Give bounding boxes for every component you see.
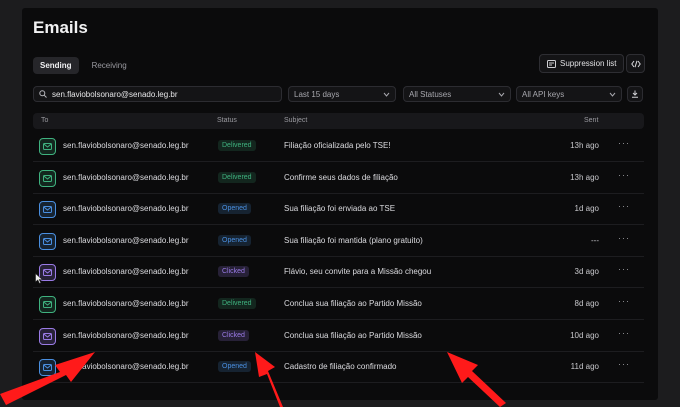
envelope-icon <box>39 201 56 219</box>
email-subject: Filiação oficializada pelo TSE! <box>284 141 391 150</box>
envelope-icon <box>39 169 56 187</box>
table-row[interactable]: sen.flaviobolsonaro@senado.leg.br Opened C… <box>33 351 644 384</box>
envelope-icon <box>39 327 56 345</box>
status-badge: Delivered <box>218 298 256 309</box>
sent-time: 13h ago <box>570 172 599 182</box>
more-options-icon[interactable]: ··· <box>618 296 630 306</box>
more-options-icon[interactable]: ··· <box>618 138 630 148</box>
page-title: Emails <box>33 18 88 37</box>
status-badge: Delivered <box>218 140 256 151</box>
more-options-icon[interactable]: ··· <box>618 170 630 180</box>
search-input[interactable] <box>52 89 272 99</box>
status-select[interactable]: All Statuses <box>403 86 511 102</box>
email-subject: Flávio, seu convite para a Missão chegou <box>284 267 432 277</box>
more-options-icon[interactable]: ··· <box>618 233 630 243</box>
more-options-icon[interactable]: ··· <box>618 359 630 369</box>
table-row[interactable]: sen.flaviobolsonaro@senado.leg.br Deliver… <box>33 162 644 194</box>
more-options-icon[interactable]: ··· <box>618 264 630 274</box>
tab-sending[interactable]: Sending <box>33 57 79 74</box>
status-badge: Opened <box>218 361 251 373</box>
status-value: All Statuses <box>409 89 452 99</box>
table-row[interactable]: sen.flaviobolsonaro@senado.leg.br Opened S… <box>33 193 644 226</box>
more-options-icon[interactable]: ··· <box>618 328 630 338</box>
recipient-email: sen.flaviobolsonaro@senado.leg.br <box>63 172 189 182</box>
status-badge: Clicked <box>218 266 249 278</box>
sent-time: 10d ago <box>570 330 599 340</box>
sent-time: 11d ago <box>570 362 599 372</box>
sent-time: --- <box>591 235 599 245</box>
table-row[interactable]: sen.flaviobolsonaro@senado.leg.br Clicked… <box>33 320 644 352</box>
table-row[interactable]: sen.flaviobolsonaro@senado.leg.br Clicked… <box>33 256 644 289</box>
recipient-email: sen.flaviobolsonaro@senado.leg.br <box>63 141 189 150</box>
chevron-down-icon <box>383 92 390 97</box>
recipient-email: sen.flaviobolsonaro@senado.leg.br <box>63 235 189 245</box>
suppression-list-button[interactable]: Suppression list <box>539 54 625 73</box>
email-subject: Sua filiação foi mantida (plano gratuito… <box>284 235 423 245</box>
search-icon <box>39 90 47 98</box>
envelope-icon <box>39 232 56 250</box>
envelope-icon <box>39 138 56 155</box>
header-status: Status <box>217 117 237 124</box>
recipient-email: sen.flaviobolsonaro@senado.leg.br <box>63 267 189 277</box>
api-keys-select[interactable]: All API keys <box>516 86 622 102</box>
email-subject: Conclua sua filiação ao Partido Missão <box>284 299 422 308</box>
sent-time: 13h ago <box>570 141 599 150</box>
table-header: To Status Subject Sent <box>33 113 644 129</box>
email-subject: Sua filiação foi enviada ao TSE <box>284 204 396 214</box>
chevron-down-icon <box>498 92 505 97</box>
recipient-email: sen.flaviobolsonaro@senado.leg.br <box>63 330 189 340</box>
search-field[interactable] <box>33 86 282 102</box>
tab-bar: Sending Receiving <box>33 57 134 74</box>
mouse-cursor-icon <box>35 273 43 284</box>
table-row[interactable]: sen.flaviobolsonaro@senado.leg.br Deliver… <box>33 288 644 320</box>
table-row[interactable]: sen.flaviobolsonaro@senado.leg.br Opened S… <box>33 225 644 257</box>
emails-panel: Emails Sending Receiving Suppression lis… <box>22 8 658 400</box>
recipient-email: sen.flaviobolsonaro@senado.leg.br <box>63 299 189 308</box>
table-row[interactable]: sen.flaviobolsonaro@senado.leg.br Deliver… <box>33 130 644 162</box>
sent-time: 3d ago <box>574 267 599 277</box>
envelope-icon <box>39 296 56 313</box>
status-badge: Clicked <box>218 329 249 341</box>
download-button[interactable] <box>627 86 643 102</box>
envelope-icon <box>39 359 56 377</box>
chevron-down-icon <box>609 92 616 97</box>
date-range-value: Last 15 days <box>294 89 340 99</box>
sent-time: 8d ago <box>574 299 599 308</box>
date-range-select[interactable]: Last 15 days <box>288 86 396 102</box>
more-options-icon[interactable]: ··· <box>618 201 630 211</box>
sent-time: 1d ago <box>574 204 599 214</box>
header-sent: Sent <box>584 117 599 124</box>
status-badge: Opened <box>218 234 251 246</box>
code-icon <box>630 60 641 67</box>
header-subject: Subject <box>284 117 308 124</box>
email-subject: Confirme seus dados de filiação <box>284 172 398 182</box>
code-button[interactable] <box>626 54 645 73</box>
suppression-icon <box>547 59 556 68</box>
tab-receiving[interactable]: Receiving <box>85 57 134 74</box>
email-subject: Conclua sua filiação ao Partido Missão <box>284 330 422 340</box>
download-icon <box>632 90 638 98</box>
api-keys-value: All API keys <box>522 89 565 99</box>
status-badge: Delivered <box>218 171 256 183</box>
email-subject: Cadastro de filiação confirmado <box>284 362 397 372</box>
header-to: To <box>41 117 49 124</box>
suppression-list-label: Suppression list <box>560 59 617 68</box>
status-badge: Opened <box>218 203 251 215</box>
recipient-email: sen.flaviobolsonaro@senado.leg.br <box>63 204 189 214</box>
recipient-email: sen.flaviobolsonaro@senado.leg.br <box>63 362 189 372</box>
